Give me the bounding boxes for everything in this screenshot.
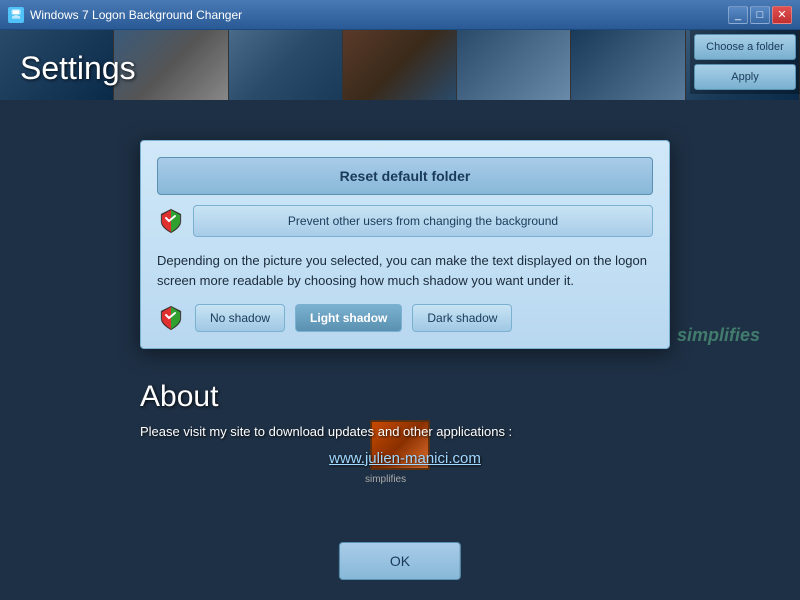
settings-heading: Settings bbox=[20, 50, 136, 87]
ok-button[interactable]: OK bbox=[339, 542, 461, 580]
shadow-selection-row: No shadow Light shadow Dark shadow bbox=[157, 304, 653, 332]
title-bar-text: Windows 7 Logon Background Changer bbox=[30, 8, 722, 22]
about-heading: About bbox=[140, 380, 670, 414]
bg-thumb-5[interactable] bbox=[457, 30, 571, 100]
bg-thumb-3[interactable] bbox=[229, 30, 343, 100]
light-shadow-button[interactable]: Light shadow bbox=[295, 304, 402, 332]
shadow-shield-icon bbox=[157, 304, 185, 332]
close-button[interactable]: ✕ bbox=[772, 6, 792, 24]
ok-button-wrapper: OK bbox=[339, 542, 461, 580]
minimize-button[interactable]: _ bbox=[728, 6, 748, 24]
main-area: Choose a folder Apply Settings Reset def… bbox=[0, 30, 800, 600]
reset-default-folder-button[interactable]: Reset default folder bbox=[157, 157, 653, 195]
prevent-row: Prevent other users from changing the ba… bbox=[157, 205, 653, 237]
settings-dialog: Reset default folder Prevent other users… bbox=[140, 140, 670, 349]
thumb-label: simplifies bbox=[365, 474, 406, 485]
choose-folder-button[interactable]: Choose a folder bbox=[694, 34, 796, 60]
about-link[interactable]: www.julien-manici.com bbox=[140, 447, 670, 471]
title-bar: 🖥 Windows 7 Logon Background Changer _ □… bbox=[0, 0, 800, 30]
shadow-description: Depending on the picture you selected, y… bbox=[157, 251, 653, 290]
prevent-users-button[interactable]: Prevent other users from changing the ba… bbox=[193, 205, 653, 237]
title-bar-buttons: _ □ ✕ bbox=[728, 6, 792, 24]
shield-icon bbox=[157, 207, 185, 235]
apply-button[interactable]: Apply bbox=[694, 64, 796, 90]
maximize-button[interactable]: □ bbox=[750, 6, 770, 24]
no-shadow-button[interactable]: No shadow bbox=[195, 304, 285, 332]
about-section: About Please visit my site to download u… bbox=[140, 380, 670, 471]
right-sidebar: Choose a folder Apply bbox=[690, 30, 800, 94]
watermark-text: simplifies bbox=[677, 325, 760, 346]
dark-shadow-button[interactable]: Dark shadow bbox=[412, 304, 512, 332]
bg-thumb-6[interactable] bbox=[571, 30, 685, 100]
app-icon: 🖥 bbox=[8, 7, 24, 23]
about-text: Please visit my site to download updates… bbox=[140, 422, 670, 471]
bg-thumb-4[interactable] bbox=[343, 30, 457, 100]
